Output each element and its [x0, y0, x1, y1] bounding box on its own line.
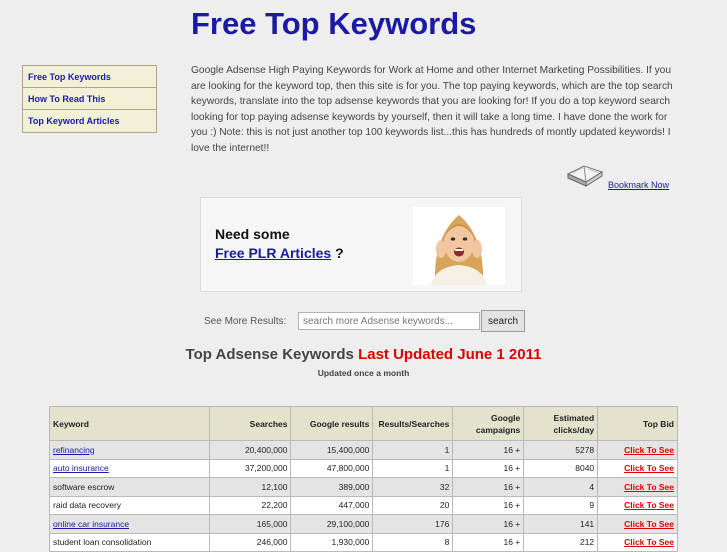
section-title-text: Top Adsense Keywords: [185, 346, 354, 363]
table-header-row: Keyword Searches Google results Results/…: [49, 406, 678, 441]
search-button[interactable]: search: [481, 310, 525, 332]
click-to-see-link[interactable]: Click To See: [624, 463, 674, 473]
keywords-table: Keyword Searches Google results Results/…: [49, 406, 678, 552]
estimated-clicks-cell: 141: [523, 514, 599, 534]
results-searches-cell: 32: [372, 477, 454, 497]
google-campaigns-cell: 16 +: [452, 477, 525, 497]
searches-cell: 246,000: [208, 532, 292, 552]
estimated-clicks-cell: 8040: [523, 458, 599, 478]
section-title: Top Adsense Keywords Last Updated June 1…: [0, 346, 727, 363]
google-results-cell: 29,100,000: [290, 514, 374, 534]
column-header-estimated-clicks[interactable]: Estimated clicks/day: [523, 406, 599, 441]
table-row: refinancing 20,400,000 15,400,000 1 16 +5278…: [49, 440, 678, 460]
table-row: software escrow 12,100 389,000 32 16 +4 Click…: [49, 477, 678, 497]
keyword-cell: auto insurance: [49, 458, 210, 478]
estimated-clicks-cell: 5278: [523, 440, 599, 460]
click-to-see-link[interactable]: Click To See: [624, 500, 674, 510]
results-searches-cell: 176: [372, 514, 454, 534]
google-campaigns-cell: 16 +: [452, 458, 525, 478]
section-subtitle: Updated once a month: [317, 368, 410, 378]
search-input[interactable]: [298, 312, 480, 330]
column-header-keyword[interactable]: Keyword: [49, 406, 210, 441]
google-campaigns-cell: 16 +: [452, 495, 525, 515]
searches-cell: 12,100: [208, 477, 292, 497]
top-bid-cell: Click To See: [597, 495, 678, 515]
results-searches-cell: 1: [372, 440, 454, 460]
keyword-cell: online car insurance: [49, 514, 210, 534]
top-bid-cell: Click To See: [597, 477, 678, 497]
promo-line: Free PLR Articles ?: [215, 245, 344, 261]
last-updated-text: Last Updated June 1 2011: [358, 346, 542, 363]
intro-text: Google Adsense High Paying Keywords for …: [191, 65, 673, 154]
bookmark-now-link[interactable]: Bookmark Now: [608, 180, 669, 190]
keyword-link[interactable]: refinancing: [53, 445, 95, 455]
keyword-cell: student loan consolidation: [49, 532, 210, 552]
estimated-clicks-cell: 9: [523, 495, 599, 515]
google-results-cell: 389,000: [290, 477, 374, 497]
results-searches-cell: 8: [372, 532, 454, 552]
google-results-cell: 47,800,000: [290, 458, 374, 478]
searches-cell: 22,200: [208, 495, 292, 515]
bookmark: Bookmark Now: [566, 162, 686, 190]
sidebar-nav: Free Top Keywords How To Read This Top K…: [22, 65, 157, 133]
table-row: auto insurance 37,200,000 47,800,000 1 16 +8…: [49, 458, 678, 478]
column-header-google-campaigns[interactable]: Google campaigns: [452, 406, 525, 441]
google-campaigns-cell: 16 +: [452, 532, 525, 552]
column-header-searches[interactable]: Searches: [208, 406, 292, 441]
sidebar-item-how-to-read-this[interactable]: How To Read This: [23, 88, 156, 110]
promo-heading: Need some: [215, 226, 290, 242]
promo-banner[interactable]: Need some Free PLR Articles ?: [200, 197, 522, 292]
table-row: online car insurance 165,000 29,100,000 176…: [49, 514, 678, 534]
excited-woman-photo: [413, 207, 505, 285]
google-campaigns-cell: 16 +: [452, 440, 525, 460]
keyword-link[interactable]: online car insurance: [53, 519, 129, 529]
column-header-results-searches[interactable]: Results/Searches: [372, 406, 454, 441]
top-bid-cell: Click To See: [597, 458, 678, 478]
keyword-link[interactable]: auto insurance: [53, 463, 109, 473]
site-title: Free Top Keywords: [191, 6, 477, 41]
estimated-clicks-cell: 212: [523, 532, 599, 552]
click-to-see-link[interactable]: Click To See: [624, 482, 674, 492]
estimated-clicks-cell: 4: [523, 477, 599, 497]
top-bid-cell: Click To See: [597, 532, 678, 552]
column-header-top-bid[interactable]: Top Bid: [597, 406, 678, 441]
keyword-cell: software escrow: [49, 477, 210, 497]
keyword-cell: refinancing: [49, 440, 210, 460]
click-to-see-link[interactable]: Click To See: [624, 519, 674, 529]
searches-cell: 37,200,000: [208, 458, 292, 478]
google-results-cell: 1,930,000: [290, 532, 374, 552]
google-results-cell: 447,000: [290, 495, 374, 515]
keyword-cell: raid data recovery: [49, 495, 210, 515]
click-to-see-link[interactable]: Click To See: [624, 537, 674, 547]
top-bid-cell: Click To See: [597, 514, 678, 534]
results-searches-cell: 20: [372, 495, 454, 515]
click-to-see-link[interactable]: Click To See: [624, 445, 674, 455]
search-label: See More Results:: [204, 316, 287, 327]
google-campaigns-cell: 16 +: [452, 514, 525, 534]
sidebar-item-top-keyword-articles[interactable]: Top Keyword Articles: [23, 110, 156, 132]
google-results-cell: 15,400,000: [290, 440, 374, 460]
table-row: raid data recovery 22,200 447,000 20 16 +9 Cl…: [49, 495, 678, 515]
results-searches-cell: 1: [372, 458, 454, 478]
open-book-icon[interactable]: [566, 162, 604, 190]
table-row: student loan consolidation 246,000 1,930,0…: [49, 532, 678, 552]
searches-cell: 20,400,000: [208, 440, 292, 460]
sidebar-item-free-top-keywords[interactable]: Free Top Keywords: [23, 66, 156, 88]
free-plr-articles-link[interactable]: Free PLR Articles: [215, 245, 331, 261]
top-bid-cell: Click To See: [597, 440, 678, 460]
promo-question-mark: ?: [331, 245, 344, 261]
searches-cell: 165,000: [208, 514, 292, 534]
column-header-google-results[interactable]: Google results: [290, 406, 374, 441]
